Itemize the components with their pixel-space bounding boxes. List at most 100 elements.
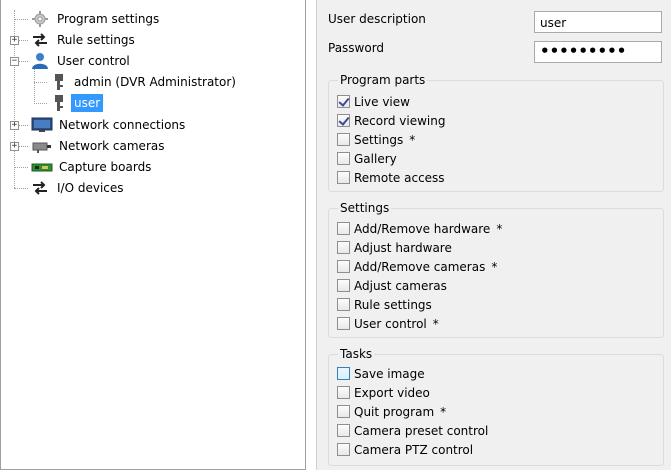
checkbox-label: Adjust cameras	[354, 278, 447, 293]
tree-connector	[19, 146, 28, 147]
tree-item-label: I/O devices	[57, 181, 124, 195]
tree-connector	[19, 61, 28, 62]
tree-item-user[interactable]: user	[52, 93, 104, 113]
checkbox-gallery[interactable]: Gallery	[337, 149, 397, 168]
tree-connector	[14, 19, 28, 20]
checkbox-label: Adjust hardware	[354, 240, 452, 255]
collapse-user-control-toggle[interactable]: −	[10, 57, 19, 66]
tree-connector	[14, 188, 28, 189]
tree-connector	[19, 125, 28, 126]
user-description-input[interactable]: user	[534, 11, 662, 33]
password-label: Password	[328, 41, 385, 55]
checkbox-box[interactable]	[337, 298, 350, 311]
exchange-arrows-icon	[33, 181, 47, 195]
checkbox-user-control[interactable]: User control *	[337, 314, 439, 333]
tree-item-program-settings[interactable]: Program settings	[31, 9, 162, 29]
checkbox-quit-program[interactable]: Quit program *	[337, 402, 446, 421]
restricted-marker: *	[440, 404, 447, 419]
tree-connector	[34, 103, 47, 104]
checkbox-box[interactable]	[337, 405, 350, 418]
checkbox-box[interactable]	[337, 222, 350, 235]
checkbox-label: Camera preset control	[354, 423, 489, 438]
settings-tree[interactable]: + − + + Program settings Rule settings U…	[0, 0, 306, 470]
group-title: Tasks	[338, 346, 375, 362]
checkbox-label: Live view	[354, 94, 410, 109]
checkbox-label: Settings	[354, 132, 404, 147]
tree-item-capture-boards[interactable]: Capture boards	[31, 157, 154, 177]
checkbox-box[interactable]	[337, 367, 350, 380]
tree-item-io-devices[interactable]: I/O devices	[31, 178, 127, 198]
user-description-label: User description	[328, 12, 426, 26]
tree-connector	[19, 40, 28, 41]
tree-item-label: Capture boards	[59, 160, 152, 174]
camera-icon	[32, 142, 51, 153]
tree-item-user-control[interactable]: User control	[31, 51, 133, 71]
gear-icon	[32, 11, 48, 27]
user-settings-panel: User description user Password •••••••••…	[316, 0, 671, 470]
checkbox-live-view[interactable]: Live view	[337, 92, 410, 111]
checkbox-adjust-cameras[interactable]: Adjust cameras	[337, 276, 447, 295]
restricted-marker: *	[491, 259, 498, 274]
tree-connector	[34, 68, 35, 104]
checkbox-box[interactable]	[337, 171, 350, 184]
program-parts-group: Program parts Live view Record viewing S…	[328, 72, 664, 192]
checkbox-label: Record viewing	[354, 113, 446, 128]
checkbox-adjust-hardware[interactable]: Adjust hardware	[337, 238, 452, 257]
checkbox-label: Camera PTZ control	[354, 442, 474, 457]
checkbox-box[interactable]	[337, 114, 350, 127]
checkbox-box[interactable]	[337, 152, 350, 165]
checkbox-label: Remote access	[354, 170, 445, 185]
password-input[interactable]: •••••••••	[534, 41, 662, 63]
tasks-group: Tasks Save image Export video Quit progr…	[328, 346, 664, 466]
restricted-marker: *	[409, 132, 416, 147]
tree-connector	[14, 167, 28, 168]
checkbox-export-video[interactable]: Export video	[337, 383, 430, 402]
checkbox-record-viewing[interactable]: Record viewing	[337, 111, 445, 130]
tree-item-label: Program settings	[57, 12, 160, 26]
checkbox-box[interactable]	[337, 386, 350, 399]
tree-item-network-cameras[interactable]: Network cameras	[31, 136, 167, 156]
tree-connector	[34, 82, 47, 83]
checkbox-save-image[interactable]: Save image	[337, 364, 425, 383]
tree-item-label: Rule settings	[57, 33, 135, 47]
checkbox-box[interactable]	[337, 317, 350, 330]
tree-item-label: user	[71, 94, 104, 112]
checkbox-box[interactable]	[337, 95, 350, 108]
checkbox-label: Add/Remove hardware	[354, 221, 491, 236]
checkbox-box[interactable]	[337, 133, 350, 146]
checkbox-remote-access[interactable]: Remote access	[337, 168, 445, 187]
checkbox-label: Export video	[354, 385, 430, 400]
checkbox-label: Gallery	[354, 151, 397, 166]
tree-item-admin[interactable]: admin (DVR Administrator)	[52, 72, 239, 92]
tree-item-label: Network cameras	[59, 139, 165, 153]
monitor-icon	[31, 117, 53, 132]
exchange-arrows-icon	[33, 33, 47, 47]
checkbox-rule-settings[interactable]: Rule settings	[337, 295, 432, 314]
restricted-marker: *	[496, 221, 503, 236]
group-title: Program parts	[338, 72, 428, 88]
checkbox-box[interactable]	[337, 260, 350, 273]
checkbox-box[interactable]	[337, 279, 350, 292]
tree-item-rule-settings[interactable]: Rule settings	[31, 30, 138, 50]
key-icon	[55, 95, 63, 111]
settings-group: Settings Add/Remove hardware * Adjust ha…	[328, 200, 664, 338]
checkbox-settings[interactable]: Settings *	[337, 130, 415, 149]
checkbox-label: User control	[354, 316, 427, 331]
tree-item-network-connections[interactable]: Network connections	[31, 115, 188, 135]
capture-board-icon	[31, 163, 53, 172]
user-icon	[32, 53, 48, 69]
checkbox-camera-preset-control[interactable]: Camera preset control	[337, 421, 488, 440]
checkbox-box[interactable]	[337, 424, 350, 437]
checkbox-add-remove-cameras[interactable]: Add/Remove cameras *	[337, 257, 497, 276]
expand-rule-settings-toggle[interactable]: +	[10, 36, 19, 45]
checkbox-camera-ptz-control[interactable]: Camera PTZ control	[337, 440, 473, 459]
expand-network-cameras-toggle[interactable]: +	[10, 142, 19, 151]
checkbox-label: Add/Remove cameras	[354, 259, 486, 274]
checkbox-box[interactable]	[337, 443, 350, 456]
tree-item-label: User control	[57, 54, 130, 68]
group-title: Settings	[338, 200, 392, 216]
checkbox-add-remove-hardware[interactable]: Add/Remove hardware *	[337, 219, 502, 238]
expand-network-connections-toggle[interactable]: +	[10, 121, 19, 130]
checkbox-box[interactable]	[337, 241, 350, 254]
checkbox-label: Rule settings	[354, 297, 432, 312]
